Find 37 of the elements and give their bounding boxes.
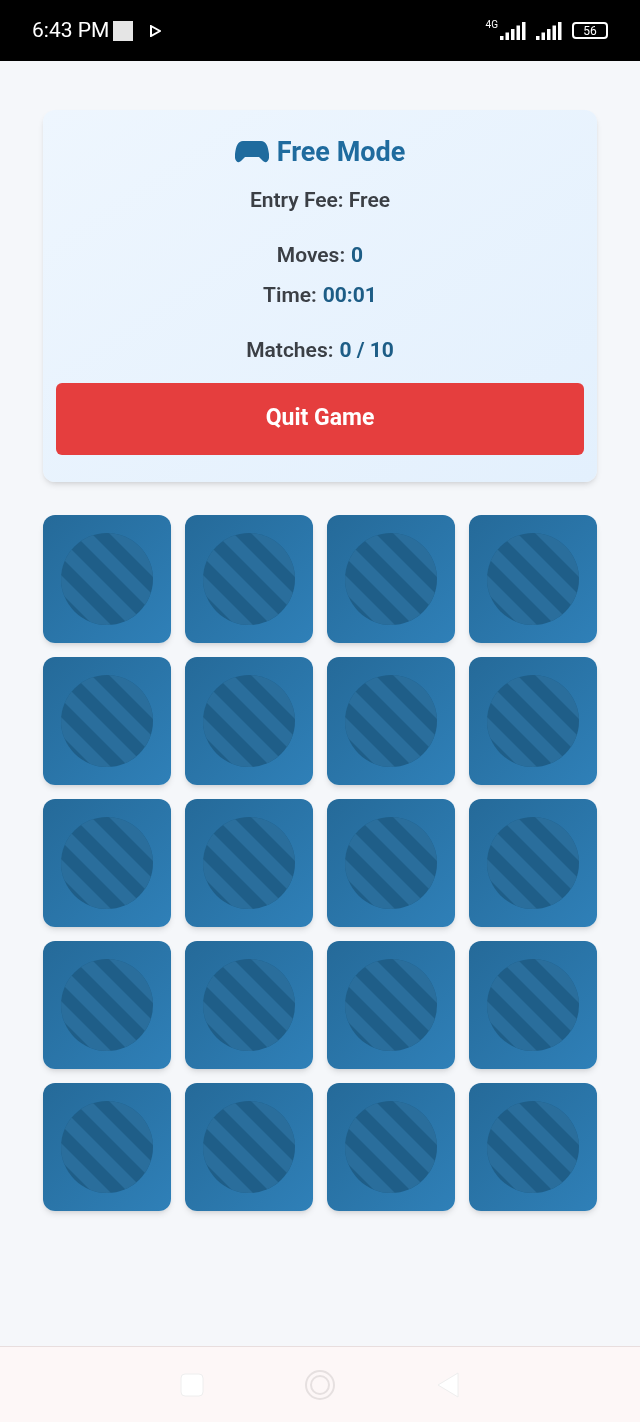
card-back[interactable] [185,656,313,785]
stat-value: 0 [351,242,364,269]
entry-fee-text: Entry Fee: Free [249,186,391,214]
stat-value: 00:01 [322,281,377,309]
quit-button[interactable]: Quit Game [56,382,584,455]
card-back[interactable] [469,940,597,1069]
card-back[interactable] [185,1082,313,1211]
mode-title: Free Mode [276,135,406,170]
card-back[interactable] [327,798,455,927]
card-back[interactable] [469,656,597,785]
stat-value: 0 / 10 [339,337,394,364]
stat-label: Moves: [276,242,346,269]
card-back[interactable] [327,656,455,785]
stat-label: Time: [263,281,317,309]
card-back[interactable] [43,940,171,1069]
card-back[interactable] [43,1082,171,1211]
card-back[interactable] [327,514,455,643]
play-icon [149,24,162,37]
gamepad-icon [234,140,269,165]
card-back[interactable] [43,656,171,785]
card-back[interactable] [185,514,313,643]
card-back[interactable] [327,1082,455,1211]
signal-icon [536,21,564,40]
stat-label: Matches: [246,337,334,364]
network-label: 4G [485,18,498,32]
card-back[interactable] [469,514,597,643]
notification-icon [113,20,134,41]
clock: 6:43 PM [32,16,110,44]
signal-icon [500,21,528,40]
battery-indicator: 56 [572,22,608,39]
card-back[interactable] [469,1082,597,1211]
card-back[interactable] [185,798,313,927]
card-back[interactable] [469,798,597,927]
card-back[interactable] [43,798,171,927]
card-back[interactable] [43,514,171,643]
card-back[interactable] [185,940,313,1069]
card-back[interactable] [327,940,455,1069]
